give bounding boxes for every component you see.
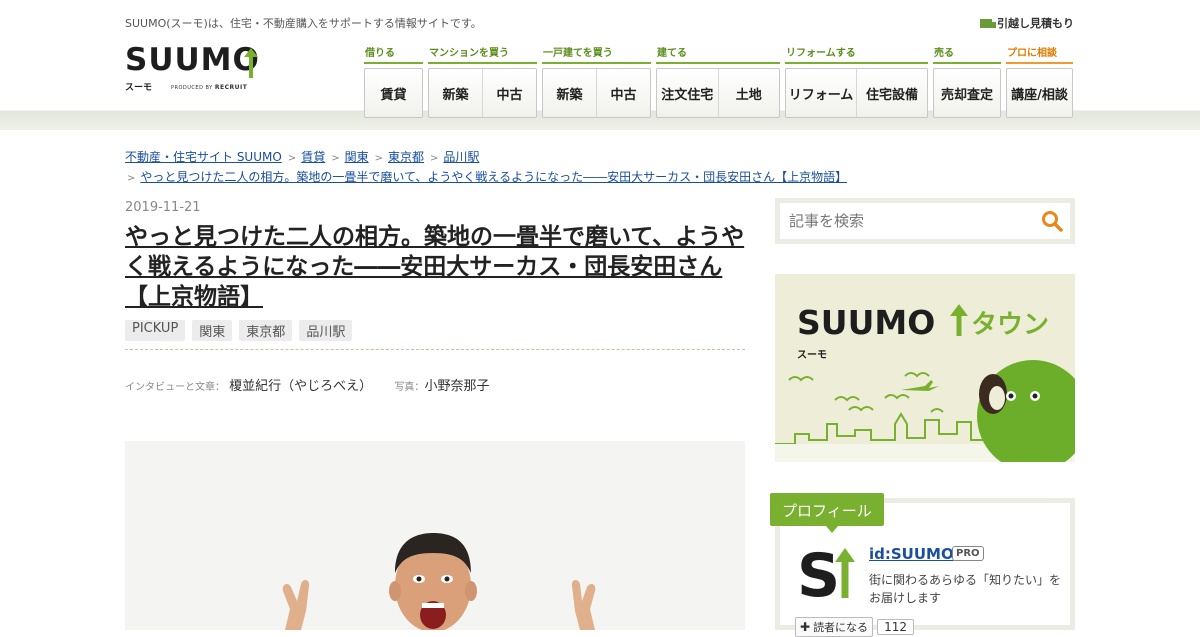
nav-category-sell: 売る	[933, 44, 1001, 64]
nav-equipment-button[interactable]: 住宅設備	[856, 69, 927, 117]
truck-icon	[980, 19, 996, 28]
nav-land-button[interactable]: 土地	[717, 69, 780, 117]
photo-label: 写真：	[394, 382, 425, 393]
interview-label: インタビューと文章：	[125, 382, 225, 393]
breadcrumb-separator-icon: >	[374, 153, 384, 164]
nav-category-build: 建てる	[656, 44, 780, 64]
svg-text:S: S	[797, 541, 840, 602]
nav-sale-assessment-button[interactable]: 売却査定	[934, 69, 1000, 117]
nav-group-sell: 売る 売却査定	[933, 44, 1001, 118]
search-icon[interactable]	[1041, 210, 1063, 232]
town-logo-town: タウン	[971, 310, 1049, 340]
article-date: 2019-11-21	[125, 200, 201, 215]
person-photo-illustration	[125, 441, 745, 630]
town-logo-word: SUUMO	[797, 303, 935, 342]
profile-name-link[interactable]: id:SUUMO	[869, 545, 954, 563]
subscriber-count: 112	[877, 619, 914, 635]
interview-author: 榎並紀行（やじろべえ）	[229, 379, 373, 394]
nav-category-rent: 借りる	[364, 44, 423, 64]
article-divider	[125, 349, 745, 350]
profile-description: 街に関わるあらゆる「知りたい」をお届けします	[869, 573, 1062, 605]
breadcrumb-separator-icon: >	[430, 153, 439, 164]
nav-reform-button[interactable]: リフォーム	[786, 69, 856, 117]
tag-kanto[interactable]: 関東	[192, 320, 233, 341]
breadcrumb-home-link[interactable]: 不動産・住宅サイト SUUMO	[125, 150, 282, 164]
nav-group-house: 一戸建てを買う 新築 中古	[542, 44, 651, 118]
nav-house-used-button[interactable]: 中古	[596, 69, 650, 117]
nav-group-mansion: マンションを買う 新築 中古	[428, 44, 537, 118]
article-hero-photo	[125, 441, 745, 630]
logo-kana: スーモ	[125, 83, 153, 93]
tag-tokyo[interactable]: 東京都	[239, 320, 293, 341]
profile-heading: プロフィール	[770, 493, 884, 533]
breadcrumb-tokyo-link[interactable]: 東京都	[388, 150, 424, 164]
tag-shinagawa[interactable]: 品川駅	[299, 320, 353, 341]
nav-category-reform: リフォームする	[785, 44, 928, 64]
breadcrumb-separator-icon: >	[331, 153, 340, 164]
pro-badge: PRO	[952, 546, 984, 561]
breadcrumb: 不動産・住宅サイト SUUMO > 賃貸 > 関東 > 東京都 > 品川駅 > やっと見つけた二人…	[125, 148, 1085, 188]
nav-category-consult: プロに相談	[1006, 44, 1073, 64]
breadcrumb-separator-icon: >	[287, 153, 297, 164]
profile-avatar[interactable]: S	[795, 540, 857, 602]
plus-icon: ✚	[800, 620, 811, 634]
nav-group-reform: リフォームする リフォーム 住宅設備	[785, 44, 928, 118]
suumo-logo[interactable]: SUUMO スーモ PRODUCED BY RECRUIT	[125, 44, 265, 94]
suumo-town-banner[interactable]: SUUMO タウン スーモ	[775, 274, 1075, 462]
breadcrumb-separator-icon: >	[127, 173, 136, 184]
subscribe-button[interactable]: ✚ 読者になる	[795, 617, 874, 637]
suumo-town-illustration: SUUMO タウン スーモ	[775, 274, 1075, 462]
breadcrumb-kanto-link[interactable]: 関東	[345, 150, 369, 164]
breadcrumb-shinagawa-link[interactable]: 品川駅	[443, 150, 479, 164]
nav-mansion-used-button[interactable]: 中古	[482, 69, 536, 117]
nav-rent-button[interactable]: 賃貸	[365, 69, 422, 117]
nav-house-new-button[interactable]: 新築	[543, 69, 596, 117]
subscribe-area: ✚ 読者になる 112	[795, 617, 914, 637]
nav-category-house: 一戸建てを買う	[542, 44, 651, 64]
town-logo-kana: スーモ	[797, 349, 827, 361]
nav-category-mansion: マンションを買う	[428, 44, 537, 64]
photographer: 小野奈那子	[424, 379, 490, 394]
logo-produced-by: PRODUCED BY RECRUIT	[171, 84, 248, 91]
subscribe-label: 読者になる	[813, 621, 869, 634]
nav-consult-button[interactable]: 講座/相談	[1007, 69, 1072, 117]
search-input[interactable]	[780, 203, 1030, 239]
nav-group-build: 建てる 注文住宅 土地	[656, 44, 780, 118]
article-title[interactable]: やっと見つけた二人の相方。築地の一畳半で磨いて、ようやく戦えるようになった――安…	[125, 222, 745, 312]
nav-group-consult: プロに相談 講座/相談	[1006, 44, 1073, 118]
logo-arrow-icon	[244, 48, 258, 79]
breadcrumb-rent-link[interactable]: 賃貸	[301, 150, 325, 164]
nav-custom-home-button[interactable]: 注文住宅	[657, 69, 718, 117]
breadcrumb-current-link[interactable]: やっと見つけた二人の相方。築地の一畳半で磨いて、ようやく戦えるようになった――安…	[140, 170, 847, 184]
moving-estimate-label: 引越し見積もり	[997, 17, 1074, 30]
moving-estimate-link[interactable]: 引越し見積もり	[980, 15, 1074, 31]
nav-mansion-new-button[interactable]: 新築	[429, 69, 482, 117]
site-tagline: SUUMO(スーモ)は、住宅・不動産購入をサポートする情報サイトです。	[125, 17, 482, 30]
tag-pickup[interactable]: PICKUP	[125, 320, 186, 341]
article-search	[775, 198, 1075, 244]
nav-group-rent: 借りる 賃貸	[364, 44, 423, 118]
article-credits: インタビューと文章： 榎並紀行（やじろべえ） 写真：小野奈那子	[125, 375, 489, 394]
article-tags: PICKUP 関東 東京都 品川駅	[125, 320, 353, 341]
site-header: SUUMO(スーモ)は、住宅・不動産購入をサポートする情報サイトです。 引越し見…	[0, 0, 1200, 130]
